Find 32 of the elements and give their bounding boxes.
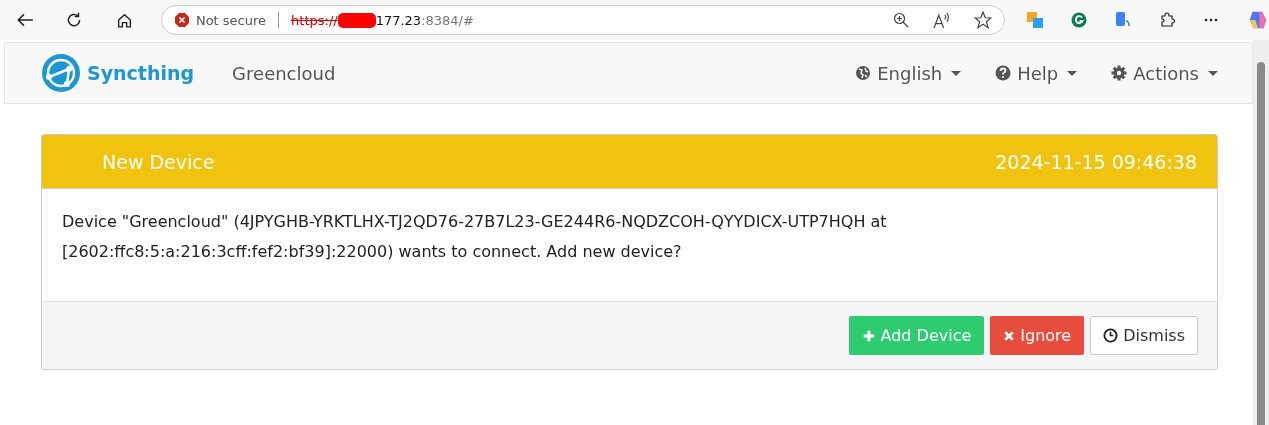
menu-dropdown[interactable]: Actions bbox=[1111, 62, 1218, 84]
plus-icon bbox=[861, 328, 876, 343]
address-bar[interactable]: Not secure https:// 177.23:8384/# bbox=[160, 5, 1005, 35]
url-scheme: https:// bbox=[291, 12, 338, 28]
globe-icon bbox=[855, 65, 872, 81]
puzzle-icon bbox=[1159, 12, 1175, 28]
star-icon bbox=[974, 11, 992, 29]
menu-dropdown[interactable]: English bbox=[855, 62, 962, 84]
error-icon bbox=[173, 12, 190, 28]
back-icon bbox=[15, 11, 34, 29]
clock-icon bbox=[1103, 328, 1119, 343]
url-host: 177.23 bbox=[375, 12, 422, 28]
extension-icon bbox=[1071, 12, 1087, 28]
syncthing-logo-icon bbox=[41, 53, 81, 93]
redaction-mark bbox=[337, 12, 376, 28]
zoom-in-icon bbox=[893, 12, 909, 28]
device-name: Greencloud bbox=[232, 62, 336, 84]
scrollbar[interactable] bbox=[1253, 40, 1269, 425]
settings-icon bbox=[1111, 65, 1128, 81]
security-label[interactable]: Not secure bbox=[195, 12, 267, 28]
message-text: Device "Greencloud" (4JPYGHB-YRKTLHX-TJ2QD76-27B7L23-GE244R6-NQDZCOH-QYYDICX-UTP7HQH at [2602:ffc8:5:a:216:3cff:fef2:bf39]:22000) wants to connect. Add new device? bbox=[62, 212, 887, 261]
menu-dropdown[interactable]: Help bbox=[995, 62, 1078, 84]
ignore-button[interactable]: Ignore bbox=[990, 316, 1085, 355]
close-icon bbox=[1003, 329, 1016, 342]
timestamp: 2024-11-15 09:46:38 bbox=[995, 150, 1197, 173]
url-path: :8384/# bbox=[421, 12, 474, 28]
read-aloud-icon bbox=[933, 11, 950, 29]
panel-title: New Device bbox=[102, 150, 215, 173]
home-icon bbox=[115, 11, 133, 29]
help-icon bbox=[995, 65, 1012, 81]
copilot-icon bbox=[1247, 9, 1269, 31]
dismiss-button[interactable]: Dismiss bbox=[1090, 316, 1198, 355]
